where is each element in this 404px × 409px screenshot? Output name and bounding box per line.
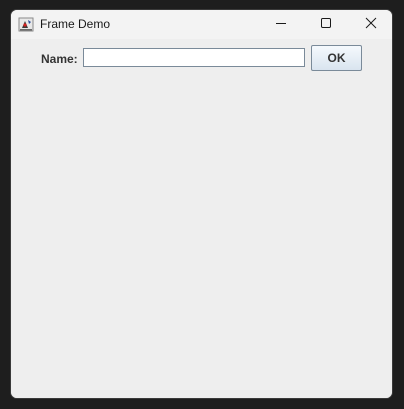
maximize-icon [320, 16, 332, 34]
minimize-button[interactable] [258, 10, 304, 39]
window-title: Frame Demo [40, 17, 111, 31]
app-window: Frame Demo Name: OK [10, 9, 393, 399]
maximize-button[interactable] [303, 10, 349, 39]
close-button[interactable] [348, 10, 392, 39]
name-label: Name: [41, 52, 78, 66]
java-duke-icon[interactable] [18, 16, 34, 32]
name-input[interactable] [83, 48, 305, 67]
content-panel: Name: OK [11, 39, 392, 398]
title-bar[interactable]: Frame Demo [11, 10, 392, 39]
close-icon [365, 16, 377, 34]
ok-button[interactable]: OK [311, 45, 362, 71]
minimize-icon [275, 16, 287, 34]
